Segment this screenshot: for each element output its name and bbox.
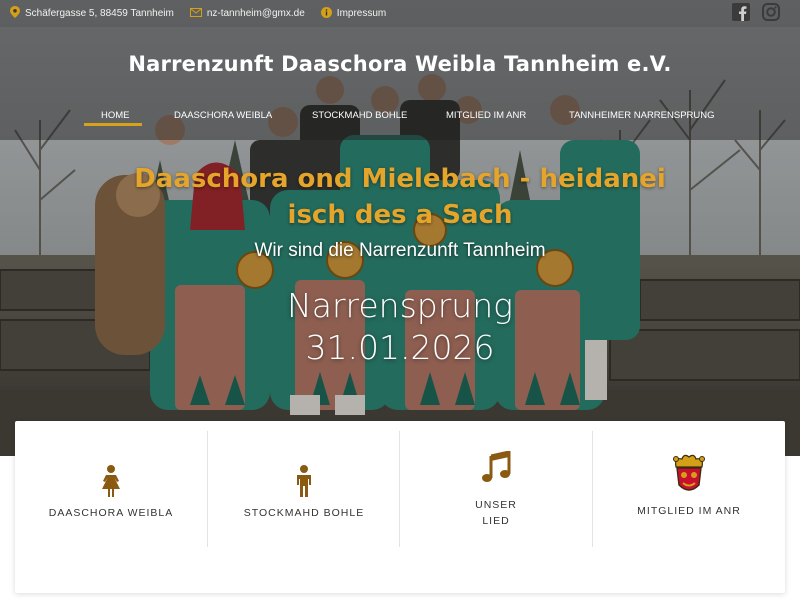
feature-mitglied-im-anr[interactable]: MITGLIED IM ANR xyxy=(593,431,785,547)
location-pin-icon xyxy=(10,6,20,21)
nav-item-home[interactable]: HOME xyxy=(101,110,130,121)
facebook-icon[interactable] xyxy=(732,3,752,23)
envelope-icon xyxy=(189,7,202,20)
nav-item-stockmahd-bohle[interactable]: STOCKMAHD BOHLE xyxy=(312,110,407,121)
nav-active-indicator xyxy=(84,123,142,126)
impressum-link[interactable]: Impressum xyxy=(337,8,386,19)
feature-label-line1: UNSER xyxy=(475,499,517,511)
instagram-icon[interactable] xyxy=(762,3,782,23)
event-name: Narrensprung xyxy=(287,286,513,325)
feature-card: DAASCHORA WEIBLA STOCKMAHD BOHLE UNSER L… xyxy=(15,421,785,593)
email-item[interactable]: nz-tannheim@gmx.de xyxy=(189,7,305,20)
hero-section: Schäfergasse 5, 88459 Tannheim nz-tannhe… xyxy=(0,0,800,456)
top-info-bar: Schäfergasse 5, 88459 Tannheim nz-tannhe… xyxy=(0,0,800,27)
nav-item-tannheimer-narrensprung[interactable]: TANNHEIMER NARRENSPRUNG xyxy=(569,110,715,121)
feature-unser-lied[interactable]: UNSER LIED xyxy=(400,431,592,547)
main-nav: HOME DAASCHORA WEIBLA STOCKMAHD BOHLE MI… xyxy=(0,110,800,126)
site-title[interactable]: Narrenzunft Daaschora Weibla Tannheim e.… xyxy=(0,52,800,76)
hero-tagline-line2: isch des a Sach xyxy=(287,200,513,230)
feature-label: STOCKMAHD BOHLE xyxy=(243,507,365,519)
feature-daaschora-weibla[interactable]: DAASCHORA WEIBLA xyxy=(15,431,207,547)
address-text: Schäfergasse 5, 88459 Tannheim xyxy=(25,8,174,19)
feature-label: MITGLIED IM ANR xyxy=(637,505,741,517)
anr-jester-logo-icon xyxy=(672,451,706,497)
impressum-item[interactable]: Impressum xyxy=(320,6,386,21)
male-figure-icon xyxy=(294,457,314,497)
email-link[interactable]: nz-tannheim@gmx.de xyxy=(207,8,305,19)
nav-item-mitglied-im-anr[interactable]: MITGLIED IM ANR xyxy=(446,110,526,121)
address-item: Schäfergasse 5, 88459 Tannheim xyxy=(10,6,174,21)
hero-tagline-line1: Daaschora ond Mielebach - heidanei xyxy=(134,164,666,194)
nav-item-daaschora-weibla[interactable]: DAASCHORA WEIBLA xyxy=(174,110,272,121)
feature-label-line2: LIED xyxy=(482,515,510,527)
hero-subline: Wir sind die Narrenzunft Tannheim xyxy=(254,240,546,261)
female-figure-icon xyxy=(100,457,122,497)
info-icon xyxy=(320,6,332,21)
event-date: 31.01.2026 xyxy=(305,328,495,367)
music-note-icon xyxy=(481,449,511,483)
feature-label: DAASCHORA WEIBLA xyxy=(48,507,174,519)
feature-stockmahd-bohle[interactable]: STOCKMAHD BOHLE xyxy=(208,431,400,547)
